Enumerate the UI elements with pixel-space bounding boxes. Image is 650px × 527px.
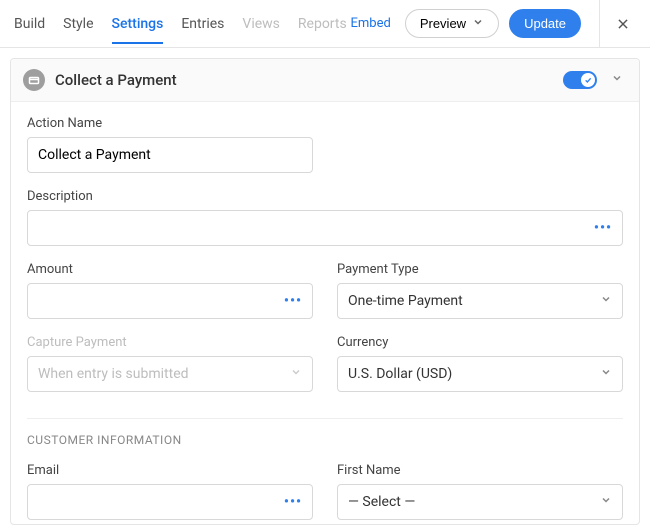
first-name-select[interactable]: — Select — <box>337 484 623 520</box>
field-first-name: First Name — Select — <box>337 463 623 520</box>
amount-label: Amount <box>27 262 313 277</box>
preview-button[interactable]: Preview <box>405 9 499 38</box>
tab-style[interactable]: Style <box>63 4 93 44</box>
email-input[interactable] <box>38 494 278 510</box>
action-name-input-wrap <box>27 137 313 173</box>
panel-header: Collect a Payment <box>11 59 639 102</box>
field-capture-payment: Capture Payment When entry is submitted <box>27 335 313 392</box>
toggle-knob <box>581 73 595 87</box>
description-input-wrap: ••• <box>27 210 623 246</box>
payment-type-label: Payment Type <box>337 262 623 277</box>
currency-select[interactable]: U.S. Dollar (USD) <box>337 356 623 392</box>
first-name-value: — Select — <box>348 494 415 510</box>
first-name-label: First Name <box>337 463 623 478</box>
field-payment-type: Payment Type One-time Payment <box>337 262 623 319</box>
panel-title: Collect a Payment <box>55 71 553 89</box>
amount-input[interactable] <box>38 293 278 309</box>
capture-payment-label: Capture Payment <box>27 335 313 350</box>
capture-payment-select: When entry is submitted <box>27 356 313 392</box>
tab-settings[interactable]: Settings <box>112 4 164 44</box>
field-amount: Amount ••• <box>27 262 313 319</box>
action-name-label: Action Name <box>27 116 313 131</box>
payment-icon <box>23 69 45 91</box>
field-description: Description ••• <box>27 189 623 246</box>
settings-panel: Collect a Payment Action Name Descriptio… <box>10 58 640 525</box>
preview-label: Preview <box>420 16 466 31</box>
chevron-down-icon <box>600 293 612 309</box>
amount-input-wrap: ••• <box>27 283 313 319</box>
field-currency: Currency U.S. Dollar (USD) <box>337 335 623 392</box>
panel-body: Action Name Description ••• Amount ••• P… <box>11 102 639 525</box>
tab-entries[interactable]: Entries <box>181 4 224 44</box>
chevron-down-icon <box>472 16 484 31</box>
field-email: Email ••• <box>27 463 313 520</box>
payment-type-select[interactable]: One-time Payment <box>337 283 623 319</box>
field-action-name: Action Name <box>27 116 313 173</box>
customer-section-title: CUSTOMER INFORMATION <box>27 433 623 447</box>
amount-merge-icon[interactable]: ••• <box>278 293 302 309</box>
enable-toggle[interactable] <box>563 71 597 89</box>
description-label: Description <box>27 189 623 204</box>
email-label: Email <box>27 463 313 478</box>
tab-reports[interactable]: Reports <box>298 4 347 44</box>
update-button[interactable]: Update <box>509 9 581 38</box>
tab-views[interactable]: Views <box>242 4 280 44</box>
payment-type-value: One-time Payment <box>348 293 463 309</box>
tab-build[interactable]: Build <box>14 4 45 44</box>
email-merge-icon[interactable]: ••• <box>278 494 302 510</box>
currency-label: Currency <box>337 335 623 350</box>
divider <box>27 418 623 419</box>
email-input-wrap: ••• <box>27 484 313 520</box>
embed-link[interactable]: Embed <box>351 16 391 31</box>
action-name-input[interactable] <box>38 147 302 163</box>
chevron-down-icon <box>600 494 612 510</box>
description-input[interactable] <box>38 220 588 236</box>
chevron-down-icon <box>290 366 302 382</box>
tabs: Build Style Settings Entries Views Repor… <box>14 4 347 44</box>
collapse-icon[interactable] <box>607 70 627 90</box>
close-icon[interactable] <box>599 0 636 48</box>
currency-value: U.S. Dollar (USD) <box>348 366 452 382</box>
description-merge-icon[interactable]: ••• <box>588 220 612 236</box>
chevron-down-icon <box>600 366 612 382</box>
capture-payment-value: When entry is submitted <box>38 366 189 382</box>
top-bar: Build Style Settings Entries Views Repor… <box>0 0 650 48</box>
